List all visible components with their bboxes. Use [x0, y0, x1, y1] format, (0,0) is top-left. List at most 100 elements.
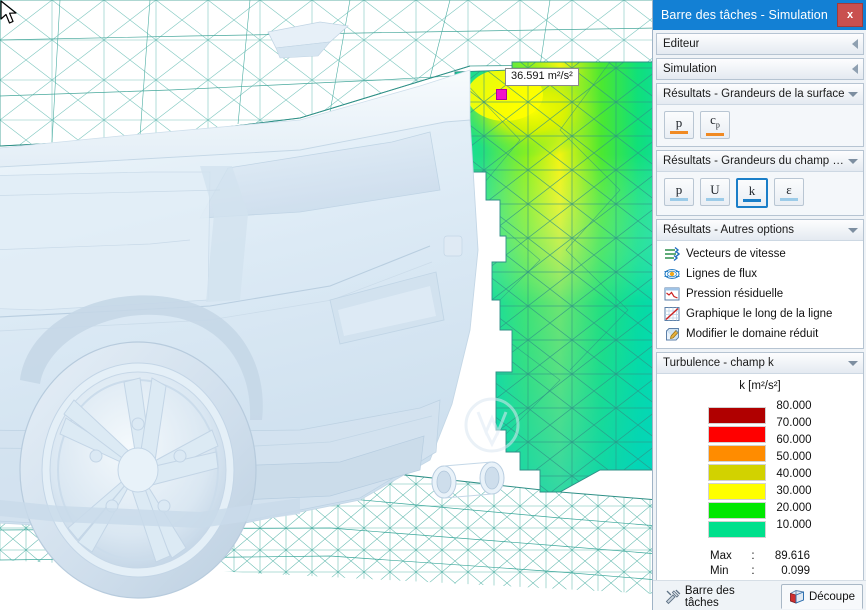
chevron-down-icon[interactable] — [848, 158, 858, 164]
stat-separator: : — [751, 550, 755, 562]
legend-stats: Max : 89.616 Min : 0.099 — [657, 549, 863, 579]
tab-barre-des-taches[interactable]: Barre des tâches — [657, 584, 779, 609]
chevron-down-icon[interactable] — [848, 360, 858, 366]
section-label-other-options: Résultats - Autres options — [663, 224, 795, 236]
stat-key: Max — [710, 550, 732, 562]
quantity-underline — [706, 133, 724, 137]
option-label: Modifier le domaine réduit — [686, 328, 819, 340]
quantity-glyph-p: p — [675, 114, 683, 130]
probe-point-marker[interactable] — [496, 89, 507, 100]
legend-level: 50.000 — [776, 451, 812, 463]
stat-row-min: Min : 0.099 — [708, 564, 812, 579]
stat-key: Min — [710, 565, 729, 577]
other-options-list: Vecteurs de vitesse Lignes de flux Press… — [657, 241, 863, 348]
legend-swatch — [708, 464, 767, 481]
stat-value: 89.616 — [774, 550, 810, 562]
tab-decoupe[interactable]: Découpe — [780, 584, 863, 609]
option-label: Pression résiduelle — [686, 288, 784, 300]
legend-level-column: 80.000 70.000 60.000 50.000 40.000 30.00… — [776, 398, 811, 540]
residual-pressure-chart-icon — [664, 287, 680, 301]
section-header-surface-quantities[interactable]: Résultats - Grandeurs de la surface — [657, 84, 863, 105]
legend-swatch — [708, 521, 767, 538]
stat-separator: : — [751, 565, 755, 577]
field-quantity-buttons: p U k ε — [657, 172, 863, 215]
legend-swatch — [708, 502, 767, 519]
section-label-editor: Éditeur — [663, 38, 700, 50]
section-header-simulation[interactable]: Simulation — [657, 59, 863, 79]
legend-unit-label: k [m²/s²] — [739, 380, 781, 392]
quantity-glyph-p-sub: p — [715, 120, 720, 130]
quantity-glyph-p: p — [675, 181, 683, 197]
quantity-underline — [780, 197, 798, 201]
stat-row-max: Max : 89.616 — [708, 549, 812, 564]
legend-level: 40.000 — [776, 468, 812, 480]
3d-viewport[interactable]: 36.591 m²/s² — [0, 0, 658, 610]
section-header-other-options[interactable]: Résultats - Autres options — [657, 220, 863, 241]
quantity-glyph-u: U — [710, 181, 720, 197]
quantity-button-u-field[interactable]: U — [700, 178, 730, 206]
streamlines-icon — [664, 268, 680, 280]
stat-value: 0.099 — [781, 565, 810, 577]
section-label-turbulence: Turbulence - champ k — [663, 357, 774, 369]
probe-value-tooltip: 36.591 m²/s² — [505, 68, 579, 86]
section-label-simulation: Simulation — [663, 63, 717, 75]
panel-body: Éditeur Simulation Résultats - Grandeurs… — [653, 30, 866, 580]
legend-swatch — [708, 445, 767, 462]
option-label: Vecteurs de vitesse — [686, 248, 786, 260]
chevron-down-icon[interactable] — [848, 227, 858, 233]
quantity-button-epsilon-field[interactable]: ε — [774, 178, 804, 206]
quantity-button-cp-surface[interactable]: cp — [700, 111, 730, 139]
legend-level: 80.000 — [776, 400, 812, 412]
quantity-underline — [706, 197, 724, 201]
option-residual-pressure[interactable]: Pression résiduelle — [657, 284, 863, 304]
section-label-surface-quantities: Résultats - Grandeurs de la surface — [663, 88, 845, 100]
quantity-glyph-epsilon: ε — [786, 181, 792, 197]
chevron-down-icon[interactable] — [848, 91, 858, 97]
quantity-glyph-k: k — [748, 182, 756, 198]
option-label: Graphique le long de la ligne — [686, 308, 833, 320]
section-turbulence: Turbulence - champ k k [m²/s²] 80.000 70… — [656, 352, 864, 580]
chevron-left-icon[interactable] — [852, 64, 858, 74]
legend-swatch — [708, 407, 767, 424]
task-panel: Barre des tâches - Simulation x Éditeur … — [652, 0, 866, 610]
close-icon[interactable]: x — [837, 3, 863, 27]
legend-swatch — [708, 426, 767, 443]
tab-label: Barre des tâches — [684, 584, 735, 609]
panel-title: Barre des tâches - Simulation — [661, 8, 828, 22]
legend-level: 60.000 — [776, 434, 812, 446]
color-legend: k [m²/s²] 80.000 70.000 60.000 50.000 40… — [657, 374, 863, 580]
section-header-turbulence[interactable]: Turbulence - champ k — [657, 353, 863, 374]
legend-level: 20.000 — [776, 502, 812, 514]
cfd-scene — [0, 0, 658, 610]
section-field-quantities: Résultats - Grandeurs du champ d'é… p U … — [656, 150, 864, 216]
legend-swatch — [708, 483, 767, 500]
option-label: Lignes de flux — [686, 268, 757, 280]
option-streamlines[interactable]: Lignes de flux — [657, 264, 863, 284]
velocity-vectors-icon — [665, 246, 680, 262]
section-header-field-quantities[interactable]: Résultats - Grandeurs du champ d'é… — [657, 151, 863, 172]
section-label-field-quantities: Résultats - Grandeurs du champ d'é… — [663, 155, 848, 167]
line-plot-icon — [664, 307, 680, 321]
panel-titlebar: Barre des tâches - Simulation x — [653, 0, 866, 30]
clip-cube-icon — [790, 589, 804, 604]
panel-tabbar: Barre des tâches Découpe — [653, 580, 866, 610]
quantity-button-p-field[interactable]: p — [664, 178, 694, 206]
quantity-underline — [670, 130, 688, 134]
quantity-button-k-field[interactable]: k — [736, 178, 768, 208]
legend-swatch-column — [708, 398, 767, 540]
quantity-underline — [670, 197, 688, 201]
section-header-editor[interactable]: Éditeur — [657, 34, 863, 54]
tab-label: Découpe — [808, 590, 855, 603]
chevron-left-icon[interactable] — [852, 39, 858, 49]
section-editor: Éditeur — [656, 33, 864, 55]
section-simulation: Simulation — [656, 58, 864, 80]
legend-level: 10.000 — [776, 519, 812, 531]
legend-level: 30.000 — [776, 485, 812, 497]
legend-level: 70.000 — [776, 417, 812, 429]
option-velocity-vectors[interactable]: Vecteurs de vitesse — [657, 244, 863, 264]
quantity-button-p-surface[interactable]: p — [664, 111, 694, 139]
quantity-underline — [743, 198, 761, 202]
edit-reduced-domain-icon — [666, 328, 679, 341]
option-edit-reduced-domain[interactable]: Modifier le domaine réduit — [657, 324, 863, 344]
option-line-plot[interactable]: Graphique le long de la ligne — [657, 304, 863, 324]
